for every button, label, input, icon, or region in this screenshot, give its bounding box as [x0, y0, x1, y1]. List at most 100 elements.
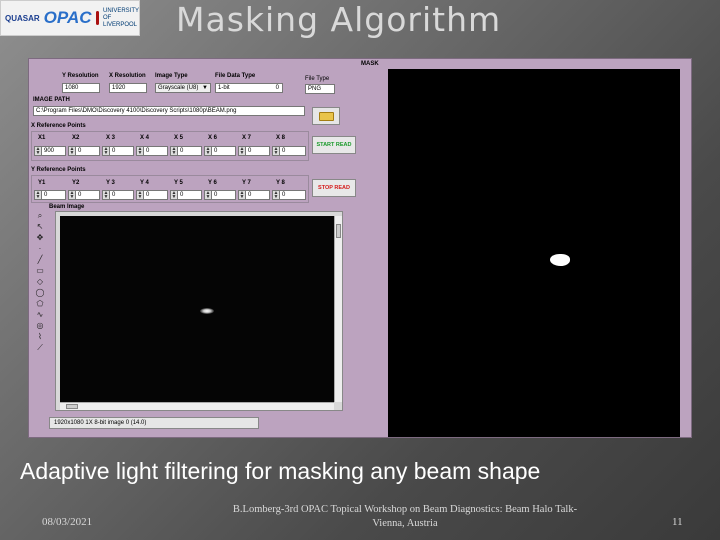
spinner-icon[interactable]: ▲ ▼: [238, 190, 245, 200]
opac-logo: OPAC: [43, 8, 92, 27]
y-ref-field[interactable]: 0: [177, 190, 202, 200]
freehand-tool-icon[interactable]: ∿: [37, 310, 44, 319]
x-ref-field[interactable]: 0: [245, 146, 270, 156]
scroll-thumb[interactable]: [66, 404, 78, 409]
file-data-type-value: 1-bit: [218, 85, 230, 91]
x-ref-control[interactable]: ▲ ▼ 0: [102, 146, 134, 156]
x-ref-control[interactable]: ▲ ▼ 0: [136, 146, 168, 156]
footer-date: 08/03/2021: [42, 516, 93, 528]
spinner-icon[interactable]: ▲ ▼: [238, 146, 245, 156]
y-resolution-label: Y Resolution: [62, 73, 99, 79]
y-ref-field[interactable]: 0: [279, 190, 306, 200]
x-ref-control[interactable]: ▲ ▼ 900: [34, 146, 66, 156]
y-ref-field[interactable]: 0: [75, 190, 100, 200]
x-ref-control[interactable]: ▲ ▼ 0: [68, 146, 100, 156]
spinner-icon[interactable]: ▲ ▼: [102, 190, 109, 200]
y-resolution-field[interactable]: 1080: [62, 83, 100, 93]
spinner-icon[interactable]: ▲ ▼: [34, 146, 41, 156]
x-ref-label: X 7: [242, 135, 252, 141]
y-ref-field[interactable]: 0: [109, 190, 134, 200]
x-ref-field[interactable]: 0: [143, 146, 168, 156]
x-ref-field[interactable]: 0: [75, 146, 100, 156]
y-ref-control[interactable]: ▲ ▼ 0: [170, 190, 202, 200]
y-ref-control[interactable]: ▲ ▼ 0: [102, 190, 134, 200]
file-data-type-field[interactable]: 1-bit 0: [215, 83, 283, 93]
point-tool-icon[interactable]: ·: [39, 244, 42, 253]
oval-tool-icon[interactable]: ◯: [36, 288, 45, 297]
x-ref-field[interactable]: 0: [109, 146, 134, 156]
file-type-field[interactable]: PNG: [305, 84, 335, 94]
rectangle-tool-icon[interactable]: ▭: [36, 266, 44, 275]
app-window: Y Resolution 1080 X Resolution 1920 Imag…: [28, 58, 692, 438]
beam-horizontal-scrollbar[interactable]: [60, 402, 334, 410]
logo-strip: QUASAR OPAC UNIVERSITY OF LIVERPOOL: [0, 0, 140, 36]
spinner-icon[interactable]: ▲ ▼: [68, 190, 75, 200]
broken-line-icon[interactable]: ⌇: [38, 332, 42, 341]
browse-button[interactable]: [312, 107, 340, 125]
spinner-icon[interactable]: ▲ ▼: [136, 146, 143, 156]
stop-read-button[interactable]: STOP READ: [312, 179, 356, 197]
spinner-icon[interactable]: ▲ ▼: [204, 146, 211, 156]
beam-image-canvas[interactable]: [60, 216, 334, 402]
scroll-thumb[interactable]: [336, 224, 341, 238]
x-ref-field[interactable]: 0: [279, 146, 306, 156]
spinner-icon[interactable]: ▲ ▼: [136, 190, 143, 200]
x-ref-control[interactable]: ▲ ▼ 0: [238, 146, 270, 156]
image-type-select[interactable]: Grayscale (U8) ▼: [155, 83, 211, 93]
y-ref-control[interactable]: ▲ ▼ 0: [272, 190, 306, 200]
slide-number: 11: [672, 516, 683, 528]
image-type-label: Image Type: [155, 73, 188, 79]
y-ref-label: Y 4: [140, 180, 149, 186]
spinner-icon[interactable]: ▲ ▼: [68, 146, 75, 156]
y-ref-control[interactable]: ▲ ▼ 0: [204, 190, 236, 200]
spinner-icon[interactable]: ▲ ▼: [272, 190, 279, 200]
y-ref-control[interactable]: ▲ ▼ 0: [68, 190, 100, 200]
y-ref-control[interactable]: ▲ ▼ 0: [136, 190, 168, 200]
file-data-type-index: 0: [275, 85, 279, 91]
liverpool-logo: UNIVERSITY OF LIVERPOOL: [103, 7, 139, 28]
pan-icon[interactable]: ✥: [37, 233, 44, 242]
spinner-icon[interactable]: ▲ ▼: [34, 190, 41, 200]
x-ref-field[interactable]: 0: [177, 146, 202, 156]
x-ref-label: X 6: [208, 135, 218, 141]
y-ref-field[interactable]: 0: [245, 190, 270, 200]
x-ref-field[interactable]: 900: [41, 146, 66, 156]
x-ref-control[interactable]: ▲ ▼ 0: [170, 146, 202, 156]
x-resolution-label: X Resolution: [109, 73, 146, 79]
file-type-label: File Type: [305, 76, 330, 82]
y-ref-field[interactable]: 0: [41, 190, 66, 200]
pointer-icon[interactable]: ↖: [37, 222, 44, 231]
spinner-icon[interactable]: ▲ ▼: [102, 146, 109, 156]
y-ref-field[interactable]: 0: [211, 190, 236, 200]
spinner-icon[interactable]: ▲ ▼: [204, 190, 211, 200]
annulus-tool-icon[interactable]: ◎: [37, 321, 44, 330]
image-type-value: Grayscale (U8): [158, 85, 199, 91]
spinner-icon[interactable]: ▲ ▼: [272, 146, 279, 156]
y-ref-label: Y 7: [242, 180, 251, 186]
spinner-icon[interactable]: ▲ ▼: [170, 146, 177, 156]
polygon-tool-icon[interactable]: ⬠: [37, 299, 44, 308]
mask-blob: [550, 254, 570, 266]
x-ref-label: X 3: [106, 135, 116, 141]
mask-label: MASK: [361, 61, 379, 67]
image-path-field[interactable]: C:\Program Files\DMO\Discovery 4100\Disc…: [33, 106, 305, 116]
y-ref-control[interactable]: ▲ ▼ 0: [34, 190, 66, 200]
beam-vertical-scrollbar[interactable]: [334, 216, 342, 402]
image-path-label: IMAGE PATH: [33, 97, 70, 103]
line-tool-icon[interactable]: ╱: [38, 255, 43, 264]
x-ref-label: X2: [72, 135, 80, 141]
zoom-icon[interactable]: ⌕: [38, 211, 42, 220]
y-ref-field[interactable]: 0: [143, 190, 168, 200]
footer-text: B.Lomberg-3rd OPAC Topical Workshop on B…: [232, 504, 578, 529]
x-ref-control[interactable]: ▲ ▼ 0: [272, 146, 306, 156]
x-resolution-field[interactable]: 1920: [109, 83, 147, 93]
rotated-rectangle-icon[interactable]: ◇: [37, 277, 43, 286]
y-reference-label: Y Reference Points: [31, 167, 86, 173]
spinner-icon[interactable]: ▲ ▼: [170, 190, 177, 200]
y-ref-control[interactable]: ▲ ▼ 0: [238, 190, 270, 200]
polyline-icon[interactable]: ⟋: [37, 343, 43, 352]
x-ref-control[interactable]: ▲ ▼ 0: [204, 146, 236, 156]
dropdown-arrow-icon: ▼: [202, 85, 208, 91]
start-read-button[interactable]: START READ: [312, 136, 356, 154]
x-ref-field[interactable]: 0: [211, 146, 236, 156]
